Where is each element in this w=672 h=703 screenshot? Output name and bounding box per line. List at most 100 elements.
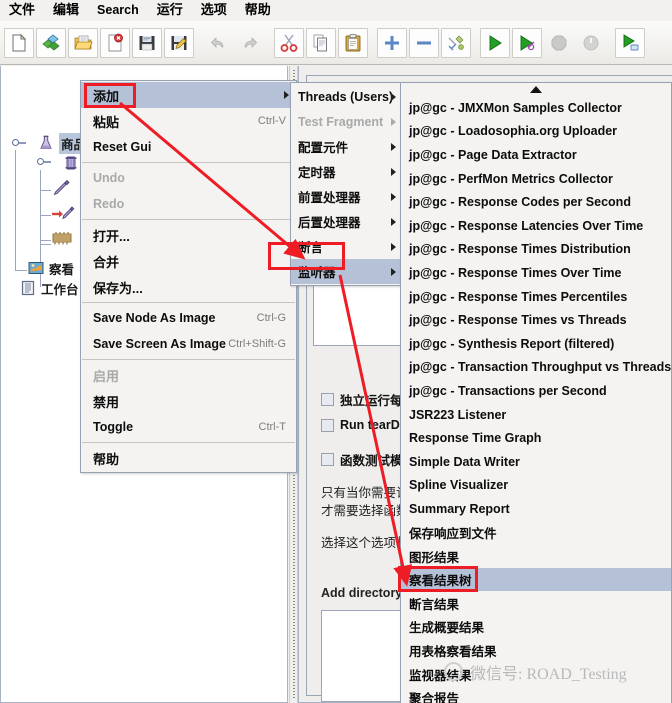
context-menu-item-toggle[interactable]: Toggle Ctrl-T xyxy=(81,414,296,440)
listener-item-graph-results[interactable]: 图形结果 xyxy=(401,544,671,568)
listener-item-response-times-over-time[interactable]: jp@gc - Response Times Over Time xyxy=(401,261,671,285)
context-menu-item-reset-gui[interactable]: Reset Gui xyxy=(81,134,296,160)
collapse-all-icon[interactable] xyxy=(409,28,439,58)
save-as-icon[interactable] xyxy=(164,28,194,58)
context-menu-item-save-as[interactable]: 保存为... xyxy=(81,274,296,300)
add-submenu-item-post-processor[interactable]: 后置处理器 xyxy=(291,209,403,234)
tree-node-view-results-tree[interactable]: 察看 xyxy=(27,258,74,278)
expand-all-icon[interactable] xyxy=(377,28,407,58)
context-menu-item-save-screen-as-image[interactable]: Save Screen As Image Ctrl+Shift-G xyxy=(81,331,296,357)
menu-item-label: JSR223 Listener xyxy=(409,408,506,422)
tree-node-http-request[interactable] xyxy=(51,203,73,223)
checkbox-independent-groups[interactable] xyxy=(321,393,334,406)
menu-bar: 文件 编辑 Search 运行 选项 帮助 xyxy=(0,0,672,22)
node-context-menu[interactable]: 添加 粘贴 Ctrl-V Reset Gui Undo Redo 打开... 合… xyxy=(80,80,297,473)
menu-run[interactable]: 运行 xyxy=(148,0,192,21)
context-menu-item-add[interactable]: 添加 xyxy=(81,82,296,108)
listener-item-loadosophia[interactable]: jp@gc - Loadosophia.org Uploader xyxy=(401,120,671,144)
context-menu-item-save-node-as-image[interactable]: Save Node As Image Ctrl-G xyxy=(81,305,296,331)
add-submenu-item-assertion[interactable]: 断言 xyxy=(291,234,403,259)
remote-start-icon[interactable] xyxy=(615,28,645,58)
templates-icon[interactable] xyxy=(36,28,66,58)
menu-item-label: 保存响应到文件 xyxy=(409,523,497,542)
tree-line xyxy=(15,150,16,270)
cut-icon[interactable] xyxy=(274,28,304,58)
paste-icon[interactable] xyxy=(338,28,368,58)
menu-item-label: 帮助 xyxy=(93,449,119,468)
listener-item-response-time-graph[interactable]: Response Time Graph xyxy=(401,426,671,450)
menu-edit[interactable]: 编辑 xyxy=(44,0,88,21)
start-icon[interactable] xyxy=(480,28,510,58)
tree-node-csv-data-set[interactable] xyxy=(51,228,73,248)
context-menu-item-merge[interactable]: 合并 xyxy=(81,248,296,274)
chevron-right-icon xyxy=(391,93,396,101)
close-icon[interactable] xyxy=(100,28,130,58)
menu-item-label: 用表格察看结果 xyxy=(409,641,497,660)
tree-line xyxy=(40,190,51,191)
add-submenu-item-listener[interactable]: 监听器 xyxy=(291,259,403,284)
add-submenu-item-pre-processor[interactable]: 前置处理器 xyxy=(291,184,403,209)
tree-expander-root[interactable] xyxy=(12,139,19,146)
new-icon[interactable] xyxy=(4,28,34,58)
listener-item-view-results-in-table[interactable]: 用表格察看结果 xyxy=(401,639,671,663)
tree-node-sampler[interactable] xyxy=(51,178,73,198)
menu-item-label: 保存为... xyxy=(93,278,143,297)
add-submenu-item-timer[interactable]: 定时器 xyxy=(291,159,403,184)
menu-file[interactable]: 文件 xyxy=(0,0,44,21)
listener-item-perfmon[interactable]: jp@gc - PerfMon Metrics Collector xyxy=(401,167,671,191)
checkbox-teardown[interactable] xyxy=(321,419,334,432)
menu-item-accel: Ctrl-V xyxy=(258,115,286,127)
toggle-icon[interactable] xyxy=(441,28,471,58)
menu-item-label: 启用 xyxy=(93,366,119,385)
listener-item-jmxmon[interactable]: jp@gc - JMXMon Samples Collector xyxy=(401,96,671,120)
listener-item-response-latencies-over-time[interactable]: jp@gc - Response Latencies Over Time xyxy=(401,214,671,238)
listener-item-spline-visualizer[interactable]: Spline Visualizer xyxy=(401,474,671,498)
context-menu-item-disable[interactable]: 禁用 xyxy=(81,388,296,414)
listener-item-response-codes-per-second[interactable]: jp@gc - Response Codes per Second xyxy=(401,190,671,214)
shutdown-icon xyxy=(576,28,606,58)
add-submenu-item-config-element[interactable]: 配置元件 xyxy=(291,134,403,159)
listener-item-monitor-results[interactable]: 监视器结果 xyxy=(401,662,671,686)
listener-item-transactions-per-second[interactable]: jp@gc - Transactions per Second xyxy=(401,379,671,403)
listener-item-response-times-vs-threads[interactable]: jp@gc - Response Times vs Threads xyxy=(401,308,671,332)
listener-submenu[interactable]: jp@gc - JMXMon Samples Collector jp@gc -… xyxy=(400,82,672,703)
add-submenu-item-threads[interactable]: Threads (Users) xyxy=(291,84,403,109)
listener-item-response-times-percentiles[interactable]: jp@gc - Response Times Percentiles xyxy=(401,285,671,309)
menu-separator xyxy=(82,219,295,220)
menu-item-label: Save Node As Image xyxy=(93,311,216,325)
checkbox-functional-mode[interactable] xyxy=(321,453,334,466)
add-submenu[interactable]: Threads (Users) Test Fragment 配置元件 定时器 前… xyxy=(290,82,404,286)
menu-help[interactable]: 帮助 xyxy=(236,0,280,21)
open-icon[interactable] xyxy=(68,28,98,58)
listener-item-response-times-distribution[interactable]: jp@gc - Response Times Distribution xyxy=(401,238,671,262)
tree-line xyxy=(15,270,27,271)
menu-item-label: 添加 xyxy=(93,86,119,105)
listener-item-save-responses-to-file[interactable]: 保存响应到文件 xyxy=(401,521,671,545)
menu-item-label: jp@gc - JMXMon Samples Collector xyxy=(409,101,622,115)
tree-expander-thread-group[interactable] xyxy=(37,158,44,165)
menu-item-label: 察看结果树 xyxy=(409,570,472,589)
tree-node-workbench[interactable]: 工作台 xyxy=(19,278,79,298)
scroll-up-icon[interactable] xyxy=(401,83,671,96)
listener-item-simple-data-writer[interactable]: Simple Data Writer xyxy=(401,450,671,474)
menu-item-accel: Ctrl-T xyxy=(259,421,287,433)
listener-item-generate-summary-results[interactable]: 生成概要结果 xyxy=(401,615,671,639)
listener-item-transaction-throughput-vs-threads[interactable]: jp@gc - Transaction Throughput vs Thread… xyxy=(401,356,671,380)
view-results-tree-icon xyxy=(27,259,45,277)
menu-item-label: 聚合报告 xyxy=(409,688,459,703)
listener-item-view-results-tree[interactable]: 察看结果树 xyxy=(401,568,671,592)
listener-item-aggregate-report[interactable]: 聚合报告 xyxy=(401,686,671,703)
listener-item-assertion-results[interactable]: 断言结果 xyxy=(401,591,671,615)
save-icon[interactable] xyxy=(132,28,162,58)
menu-search[interactable]: Search xyxy=(88,0,148,21)
listener-item-jsr223-listener[interactable]: JSR223 Listener xyxy=(401,403,671,427)
context-menu-item-open[interactable]: 打开... xyxy=(81,222,296,248)
context-menu-item-help[interactable]: 帮助 xyxy=(81,445,296,471)
menu-options[interactable]: 选项 xyxy=(192,0,236,21)
listener-item-summary-report[interactable]: Summary Report xyxy=(401,497,671,521)
listener-item-page-data-extractor[interactable]: jp@gc - Page Data Extractor xyxy=(401,143,671,167)
copy-icon[interactable] xyxy=(306,28,336,58)
context-menu-item-paste[interactable]: 粘贴 Ctrl-V xyxy=(81,108,296,134)
listener-item-synthesis-report[interactable]: jp@gc - Synthesis Report (filtered) xyxy=(401,332,671,356)
start-no-pauses-icon[interactable] xyxy=(512,28,542,58)
